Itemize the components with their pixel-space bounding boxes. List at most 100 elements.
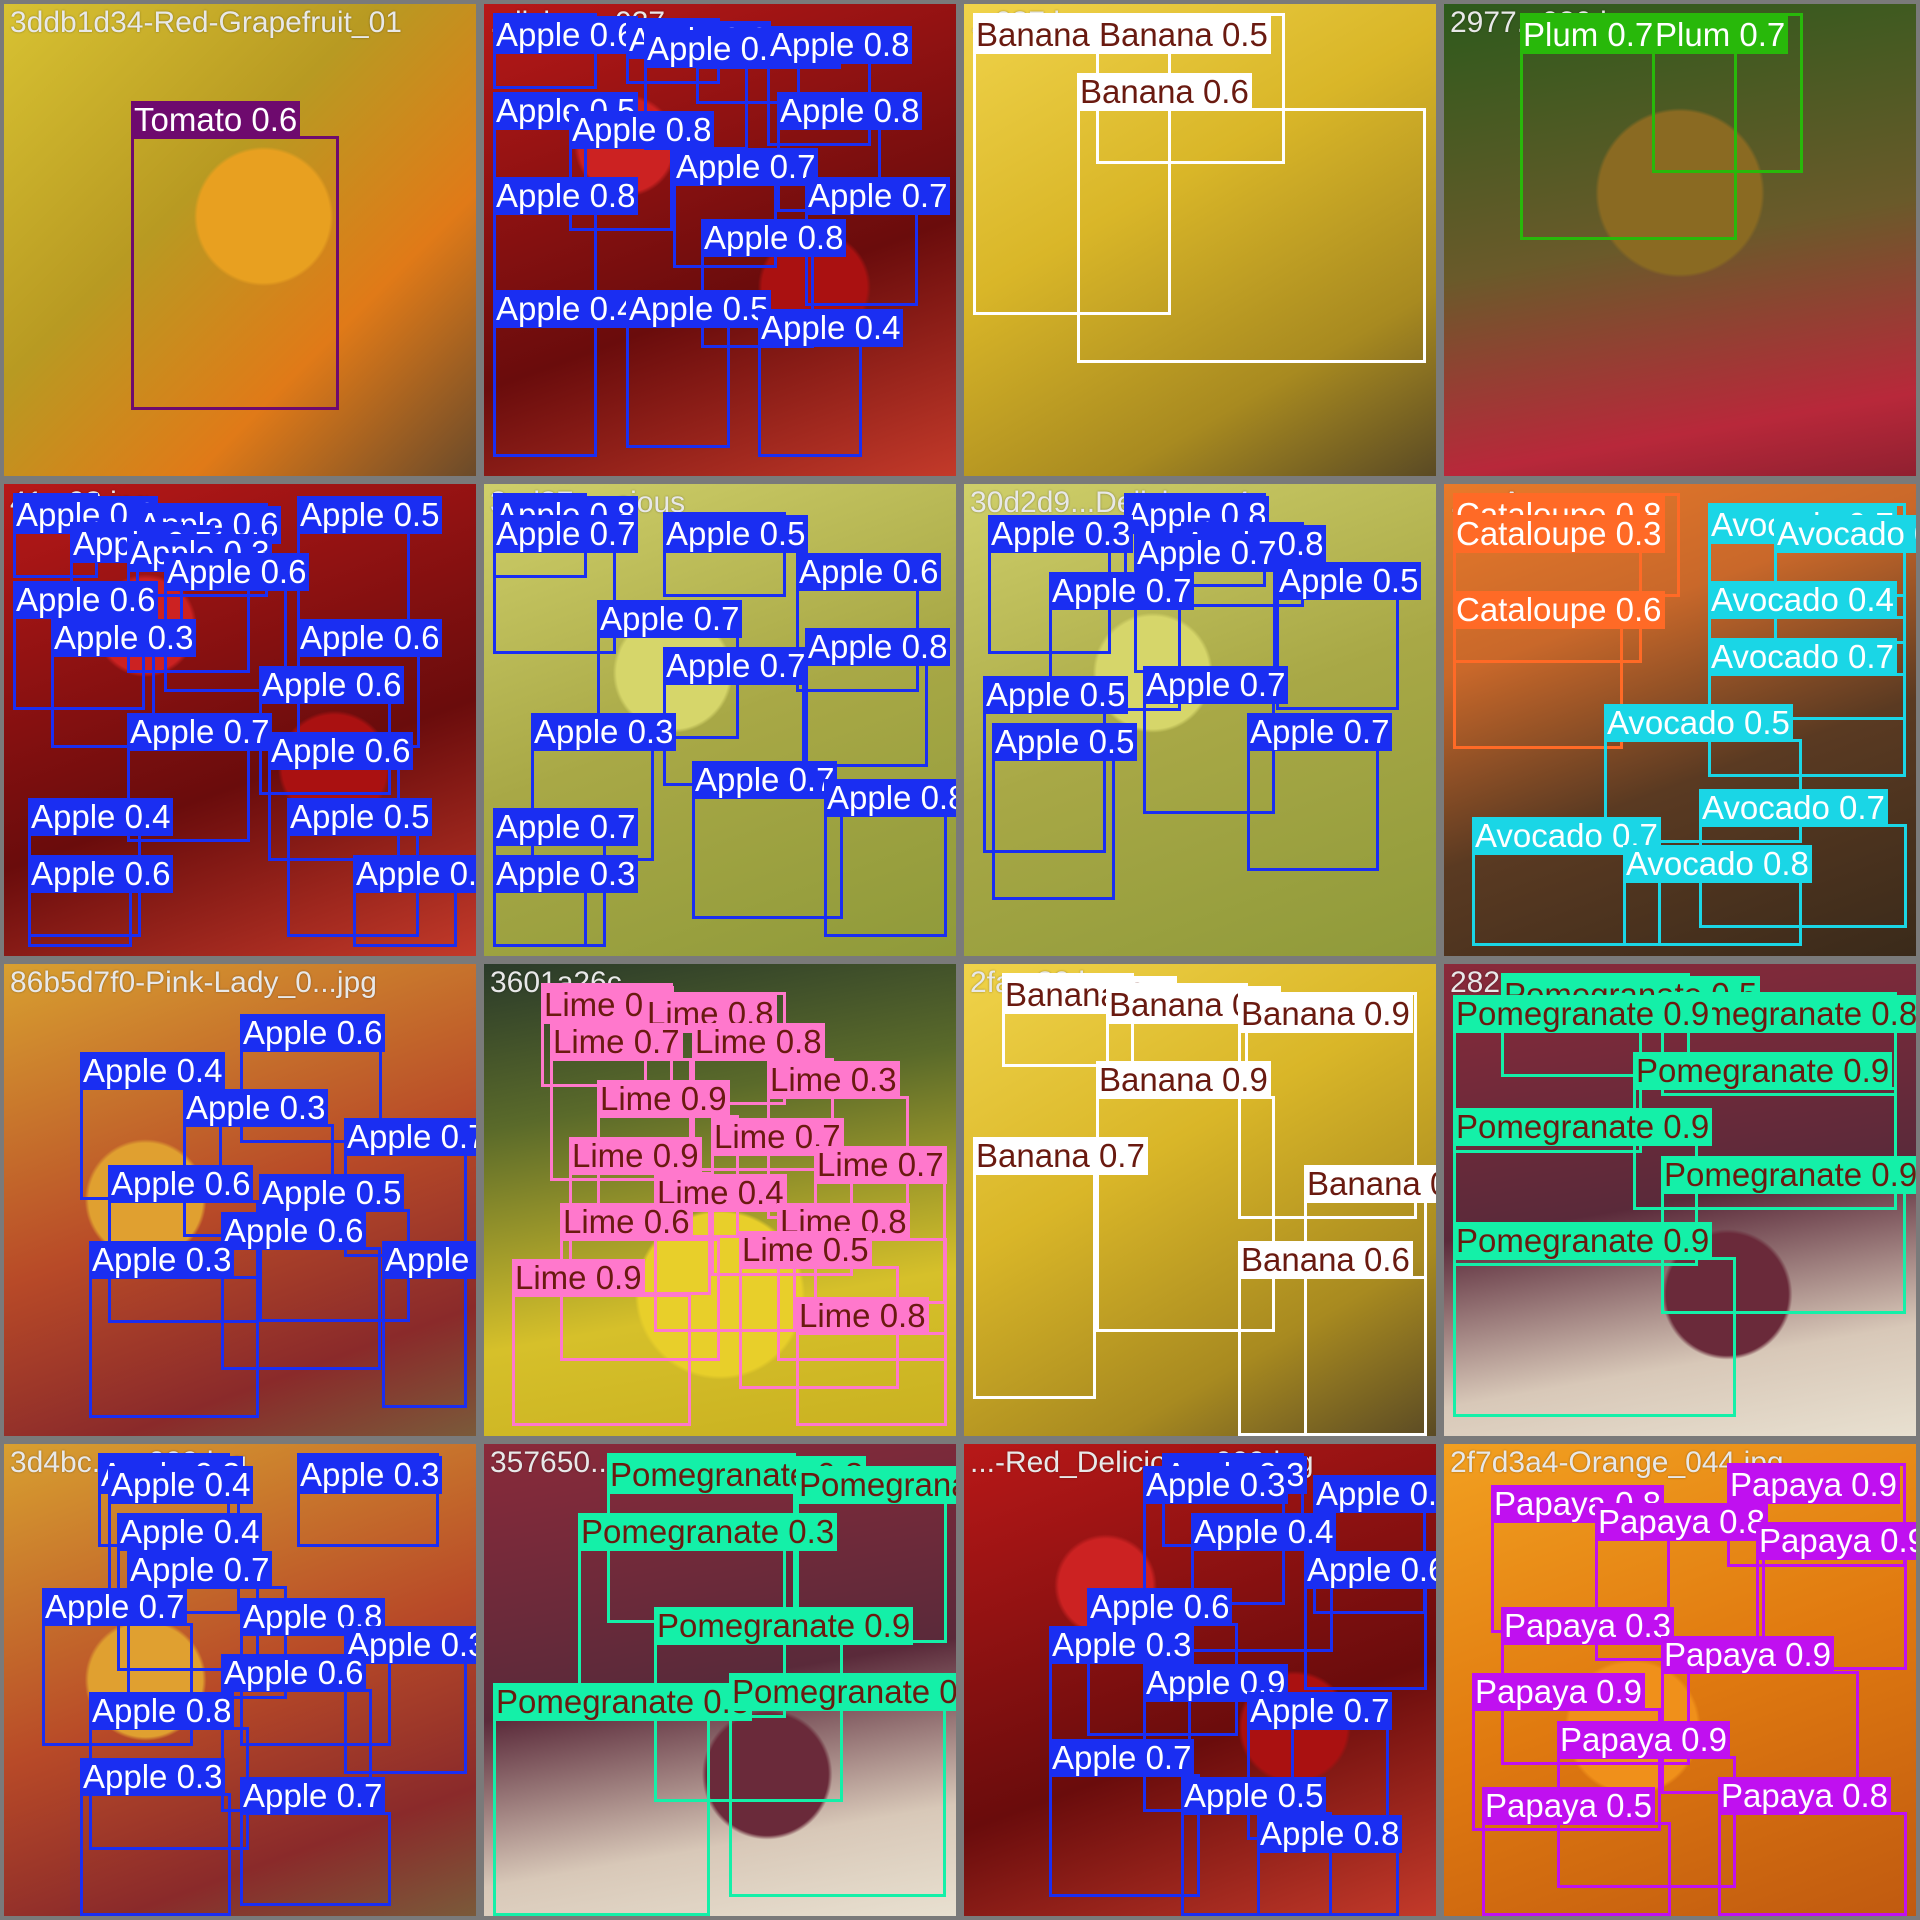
detection-label: Apple 0.3: [183, 1089, 329, 1127]
detection-label: Apple 0.5: [287, 798, 433, 836]
detection-label: Apple 0.6: [1304, 1551, 1436, 1589]
detection-label: Apple 0.7: [1049, 1739, 1195, 1777]
detection-label: Apple 0.8: [777, 92, 923, 130]
detection-label: Apple 0.8: [569, 111, 715, 149]
detection-label: Apple 0.5: [992, 723, 1138, 761]
detection-label: Apple 0.4: [117, 1513, 263, 1551]
detection-label: Banana 0.6: [1238, 1241, 1413, 1279]
detection-label: Papaya 0.3: [1501, 1607, 1674, 1645]
detection-label: Apple 0.8: [1257, 1815, 1403, 1853]
detection-label: Apple 0.5: [1181, 1777, 1327, 1815]
image-tile: 2f7d3a4-Orange_044.jpg Papaya 0.9 Papaya 0…: [1444, 1444, 1916, 1916]
detection-label: Apple 0.3: [51, 619, 197, 657]
detection-label: Apple 0.3: [531, 713, 677, 751]
detection-label: Apple 0.6: [164, 553, 310, 591]
detection-label: Apple 0.7: [597, 600, 743, 638]
detection-label: Apple 0.7: [382, 1241, 476, 1279]
detection-label: Pomegranate 0.9: [1661, 1156, 1916, 1194]
detection-label: Papaya 0.5: [1482, 1787, 1655, 1825]
image-tile: ...licious_037Apple 0.6Apple 0.8Apple 0.…: [484, 4, 956, 476]
detection-box: Plum 0.7: [1652, 13, 1803, 173]
detection-label: Apple 0.6: [221, 1212, 367, 1250]
detection-label: Papaya 0.9: [1472, 1673, 1645, 1711]
detection-label: Apple 0.7: [1143, 666, 1289, 704]
detection-label: Cataloupe 0.6: [1453, 591, 1665, 629]
detection-label: Lime 0.3: [767, 1061, 900, 1099]
detection-label: Pomegranate 0.8: [729, 1673, 956, 1711]
detection-label: Apple 0.4: [493, 290, 639, 328]
detection-label: Apple 0.3: [493, 855, 639, 893]
detection-label: Apple 0.7: [673, 148, 819, 186]
detection-box: Apple 0.3: [297, 1453, 443, 1547]
detection-label: Apple 0.7: [692, 761, 838, 799]
detection-label: Apple 0.8: [824, 779, 956, 817]
detection-label: Apple 0.5: [626, 290, 772, 328]
detection-box: Apple 0.7: [240, 1777, 391, 1906]
image-tile: ...-Red_Delicious_009.jpg Apple 0.3 Apple …: [964, 1444, 1436, 1916]
detection-label: Apple 0.7: [127, 1551, 273, 1589]
detection-label: Plum 0.7: [1520, 16, 1657, 54]
detection-box: Apple 0.6: [28, 855, 174, 947]
detection-box: Apple 0.3: [353, 855, 476, 947]
detection-box: Banana 0.7: [973, 1137, 1148, 1399]
image-tile: 3601a26c... Lime 0.6 Lime 0.8 Lime 0.7 Lime …: [484, 964, 956, 1436]
detection-label: Banana 0.9: [1238, 995, 1413, 1033]
detection-box: Papaya 0.8: [1718, 1777, 1907, 1916]
detection-label: Lime 0.9: [569, 1137, 702, 1175]
image-tile: 3ad87a...ciousApple 0.8Apple 0.5Apple 0.…: [484, 484, 956, 956]
detection-label: Apple 0.7: [1049, 572, 1195, 610]
tile-filename: 3ddb1d34-Red-Grapefruit_01: [10, 6, 402, 39]
detection-label: Apple 0.5: [663, 515, 809, 553]
detection-label: Apple 0.7: [663, 647, 809, 685]
detection-box: Tomato 0.6: [131, 101, 339, 410]
detection-box: Apple 0.3: [493, 855, 639, 947]
detection-label: Papaya 0.9: [1661, 1636, 1834, 1674]
detection-label: Apple 0.4: [1191, 1513, 1337, 1551]
detection-label: Pomegranate 0.9: [654, 1607, 914, 1645]
detection-box: Apple 0.7: [1049, 1739, 1200, 1897]
detection-label: Apple 0.7: [127, 713, 273, 751]
detection-label: Pomegranate 0.9: [1453, 1222, 1713, 1260]
detection-label: Apple 0.3: [1143, 1466, 1289, 1504]
detection-label: Apple 0.4: [758, 309, 904, 347]
detection-box: Lime 0.8: [796, 1297, 947, 1426]
image-tile: ...037.jpgBanana 0.3Banana 0.5Banana 0.6: [964, 4, 1436, 476]
detection-box: Banana 0.6: [1077, 73, 1426, 363]
detection-label: Pomegranate 0.6: [796, 1466, 956, 1504]
detection-label: Plum 0.7: [1652, 16, 1789, 54]
detection-label: Banana 0.9: [1096, 1061, 1271, 1099]
detection-label: Lime 0.8: [692, 1023, 825, 1061]
detection-label: Apple 0.6: [13, 581, 159, 619]
detection-box: Pomegranate 0.8: [729, 1673, 956, 1897]
detection-box: Apple 0.8: [493, 177, 639, 297]
detection-label: Apple 0.3: [1313, 1475, 1436, 1513]
detection-label: Apple 0.6: [493, 16, 639, 54]
detection-label: Apple 0.6: [28, 855, 174, 893]
detection-box: Apple 0.7: [1247, 713, 1393, 871]
detection-box: Apple 0.5: [297, 496, 443, 625]
detection-label: Papaya 0.9: [1756, 1522, 1916, 1560]
tile-filename: 357650...: [490, 1446, 616, 1479]
detection-label: Banana 0.6: [1077, 73, 1252, 111]
detection-label: Apple 0.3: [297, 1456, 443, 1494]
detection-label: Apple 0.3: [80, 1758, 226, 1796]
detection-label: Papaya 0.9: [1727, 1466, 1900, 1504]
detection-label: Lime 0.9: [597, 1080, 730, 1118]
detection-box: Apple 0.4: [493, 290, 639, 457]
detection-label: Apple 0.8: [805, 628, 951, 666]
detection-box: Avocado 0.8: [1623, 845, 1812, 946]
detection-label: Apple 0.3: [988, 515, 1134, 553]
detection-label: Papaya 0.8: [1595, 1503, 1768, 1541]
detection-label: Apple 0.5: [297, 496, 443, 534]
detection-label: Papaya 0.8: [1718, 1777, 1891, 1815]
detection-label: Apple 0.3: [1049, 1626, 1195, 1664]
detection-box: Apple 0.3: [80, 1758, 231, 1916]
detection-label: Avocado 0.8: [1623, 845, 1812, 883]
detection-label: Apple 0.6: [268, 732, 414, 770]
detection-box: Apple 0.5: [992, 723, 1138, 900]
detection-box: Apple 0.5: [1276, 562, 1422, 710]
detection-label: Apple 0.4: [80, 1052, 226, 1090]
detection-label: Banana 0.7: [973, 1137, 1148, 1175]
detection-label: Avocado 0.8: [1774, 515, 1916, 553]
image-tile: 3d4bc...y_009.jpgApple 0.3Apple 0.3Apple…: [4, 1444, 476, 1916]
